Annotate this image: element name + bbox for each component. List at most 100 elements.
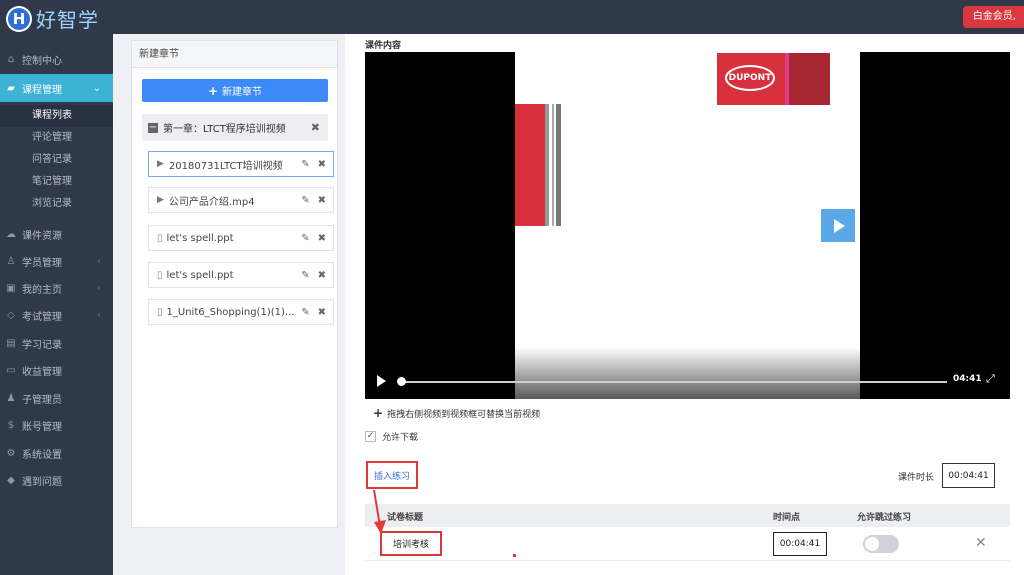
gray-stripe (556, 104, 561, 226)
new-chapter-button[interactable]: + 新建章节 (142, 79, 328, 102)
lesson-label: let's spell.ppt (166, 269, 234, 281)
play-icon: ▶ (157, 195, 164, 205)
logo-letter: H (8, 7, 30, 30)
lesson-label: 1_Unit6_Shopping(1)(1)... (166, 306, 295, 318)
sidebar-item-students[interactable]: ♙ 学员管理 ‹ (0, 248, 113, 275)
chapter-panel: 新建章节 + 新建章节 − 第一章：LTCT程序培训视频 ✖ ▶ 20180731… (131, 40, 338, 528)
top-bar: H 好智学 白金会员, (0, 0, 1024, 34)
practice-table-header: 试卷标题 时间点 允许跳过练习 (365, 504, 1010, 527)
delete-icon[interactable]: ✖ (318, 233, 326, 244)
sidebar-item-exams[interactable]: ◇ 考试管理 ‹ (0, 302, 113, 329)
chapter-label: 第一章：LTCT程序培训视频 (163, 124, 286, 135)
edit-icon[interactable]: ✎ (301, 307, 309, 318)
lesson-label: 公司产品介绍.mp4 (168, 196, 255, 208)
edit-icon[interactable]: ✎ (301, 159, 309, 170)
sidebar-item-settings[interactable]: ⚙ 系统设置 (0, 440, 113, 467)
gray-stripe (552, 104, 554, 226)
insert-practice-button[interactable]: 插入练习 (366, 461, 418, 489)
edit-icon[interactable]: ✎ (301, 270, 309, 281)
panel-title: 新建章节 (132, 41, 337, 68)
play-pause-button[interactable] (377, 375, 386, 387)
red-panel (515, 104, 545, 226)
brand-sign: DUPONT (717, 53, 830, 105)
header-allow-skip: 允许跳过练习 (857, 513, 912, 523)
sidebar-item-revenue[interactable]: ▭ 收益管理 (0, 357, 113, 384)
delete-chapter-icon[interactable]: ✖ (311, 121, 320, 134)
member-badge[interactable]: 白金会员, (962, 6, 1024, 28)
sidebar-item-help[interactable]: ◆ 遇到问题 (0, 467, 113, 494)
header-time-point: 时间点 (773, 513, 801, 523)
video-player[interactable]: DUPONT 04:41 ⤢ (365, 52, 1010, 399)
tag-icon: ◆ (7, 475, 15, 486)
lesson-item[interactable]: ▶ 公司产品介绍.mp4 ✎ ✖ (148, 187, 334, 213)
time-point-field[interactable]: 00:04:41 (773, 532, 827, 556)
gear-icon: ⚙ (6, 448, 16, 459)
duration-label: 课件时长 (898, 473, 935, 483)
delete-icon[interactable]: ✖ (318, 159, 326, 170)
sidebar-item-account[interactable]: $ 账号管理 (0, 412, 113, 439)
doc-icon: ▤ (6, 338, 16, 349)
progress-track[interactable] (401, 381, 947, 383)
users-icon: ♙ (6, 256, 16, 267)
sidebar-item-dashboard[interactable]: ⌂ 控制中心 (0, 46, 113, 73)
app-logo[interactable]: H 好智学 (6, 4, 99, 33)
brand-sign-shade (785, 53, 830, 105)
sub-item-comments[interactable]: 评论管理 (0, 127, 113, 149)
lesson-item[interactable]: ▶ 20180731LTCT培训视频 ✎ ✖ (148, 151, 334, 177)
sub-item-qa-records[interactable]: 问答记录 (0, 149, 113, 171)
chevron-left-icon: ‹ (97, 283, 101, 294)
allow-download-label: 允许下载 (382, 433, 419, 443)
edit-icon[interactable]: ✎ (301, 233, 309, 244)
delete-icon[interactable]: ✖ (318, 270, 326, 281)
sidebar-item-study-records[interactable]: ▤ 学习记录 (0, 330, 113, 357)
progress-handle[interactable] (397, 377, 406, 386)
collapse-icon[interactable]: − (148, 122, 158, 133)
sub-item-notes[interactable]: 笔记管理 (0, 171, 113, 193)
play-icon (834, 218, 845, 233)
video-time: 04:41 (953, 374, 982, 384)
sidebar-item-courseware[interactable]: ☁ 课件资源 (0, 221, 113, 248)
remove-row-icon[interactable]: ✕ (975, 535, 987, 551)
section-title: 课件内容 (365, 41, 402, 51)
sub-item-course-list[interactable]: 课程列表 (0, 105, 113, 127)
play-icon: ▶ (157, 159, 164, 169)
lesson-item[interactable]: ▯ let's spell.ppt ✎ ✖ (148, 225, 334, 251)
sidebar-item-course-management[interactable]: ▰ 课程管理 ⌄ (0, 74, 113, 102)
sub-item-browse-records[interactable]: 浏览记录 (0, 193, 113, 215)
allow-download-checkbox[interactable]: ✓ (365, 431, 376, 442)
book-icon: ▰ (7, 82, 15, 94)
lesson-item[interactable]: ▯ let's spell.ppt ✎ ✖ (148, 262, 334, 288)
new-chapter-button-label: 新建章节 (222, 87, 263, 98)
big-play-button[interactable] (821, 209, 855, 242)
sidebar-item-label: 遇到问题 (22, 477, 62, 488)
toggle-knob (865, 537, 879, 551)
edit-icon[interactable]: ✎ (301, 195, 309, 206)
sidebar-item-label: 考试管理 (22, 312, 62, 323)
document-icon: ▯ (157, 232, 163, 244)
sidebar-item-label: 账号管理 (22, 422, 62, 433)
brand-sign-stripe (785, 53, 789, 105)
delete-icon[interactable]: ✖ (318, 195, 326, 206)
sidebar-item-label: 控制中心 (22, 56, 62, 67)
allow-skip-toggle[interactable] (863, 535, 899, 553)
chapter-row[interactable]: − 第一章：LTCT程序培训视频 ✖ (142, 114, 328, 141)
tag-icon: ◇ (7, 310, 15, 321)
logo-text: 好智学 (36, 8, 99, 32)
sidebar-item-label: 学员管理 (22, 258, 62, 269)
sidebar-item-homepage[interactable]: ▣ 我的主页 ‹ (0, 275, 113, 302)
duration-field[interactable]: 00:04:41 (942, 463, 995, 488)
card-icon: ▭ (6, 365, 16, 376)
gray-stripe (545, 104, 549, 226)
sidebar-item-sub-admins[interactable]: ♟ 子管理员 (0, 385, 113, 412)
courseware-content: 课件内容 DUPONT 04:41 ⤢ + 拖拽右侧视频到视频框可替换当前视频 ✓… (345, 34, 1024, 575)
home-icon: ⌂ (7, 54, 15, 65)
document-icon: ▯ (157, 269, 163, 281)
brand-logo: DUPONT (725, 65, 775, 91)
drag-hint: + 拖拽右侧视频到视频框可替换当前视频 (373, 406, 540, 420)
delete-icon[interactable]: ✖ (318, 307, 326, 318)
allow-download[interactable]: ✓ 允许下载 (365, 430, 418, 443)
dollar-icon: $ (7, 420, 15, 431)
lesson-item[interactable]: ▯ 1_Unit6_Shopping(1)(1)... ✎ ✖ (148, 299, 334, 325)
sidebar-item-label: 学习记录 (22, 340, 62, 351)
fullscreen-icon[interactable]: ⤢ (986, 373, 998, 385)
